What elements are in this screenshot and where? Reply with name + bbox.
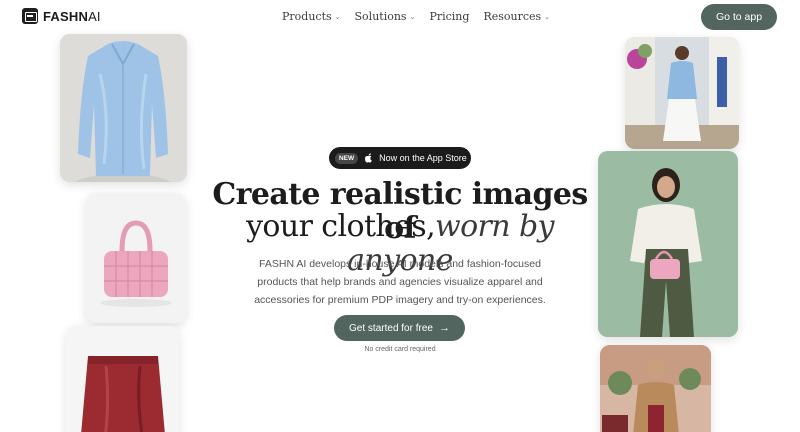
get-started-button[interactable]: Get started for free → (334, 315, 465, 341)
brand-name: FASHNAI (43, 8, 101, 24)
nav-label: Resources (483, 10, 542, 23)
nav-item-solutions[interactable]: Solutions ⌄ (355, 10, 416, 23)
nav-item-resources[interactable]: Resources ⌄ (483, 10, 550, 23)
nav-label: Pricing (429, 10, 470, 23)
chevron-down-icon: ⌄ (334, 12, 341, 21)
brand-logo[interactable]: FASHNAI (22, 8, 101, 24)
logo-icon (22, 8, 38, 24)
red-leather-skirt-image (66, 326, 179, 432)
cta-label: Get started for free (349, 322, 433, 334)
model-cafe-camel-coat-image (600, 345, 711, 432)
nav-label: Solutions (354, 10, 407, 23)
go-to-app-button[interactable]: Go to app (701, 4, 777, 30)
blue-satin-shirt-image (60, 34, 187, 182)
apple-icon (365, 153, 373, 163)
nav-item-products[interactable]: Products ⌄ (282, 10, 341, 23)
main-nav: Products ⌄ Solutions ⌄ Pricing Resources… (282, 10, 550, 23)
app-store-badge[interactable]: NEW Now on the App Store (329, 147, 471, 169)
badge-text: Now on the App Store (379, 153, 467, 163)
pink-woven-handbag-image (86, 193, 186, 323)
model-green-backdrop-image (598, 151, 738, 337)
hero-description: FASHN AI develops in-house AI models and… (254, 258, 546, 306)
nav-item-pricing[interactable]: Pricing (429, 10, 469, 23)
chevron-down-icon: ⌄ (544, 12, 551, 21)
model-street-blue-shirt-image (625, 37, 739, 149)
nav-label: Products (282, 10, 332, 23)
no-credit-card-note: No credit card required (364, 346, 436, 353)
new-tag: NEW (335, 152, 359, 164)
arrow-right-icon: → (438, 322, 450, 334)
chevron-down-icon: ⌄ (409, 12, 416, 21)
